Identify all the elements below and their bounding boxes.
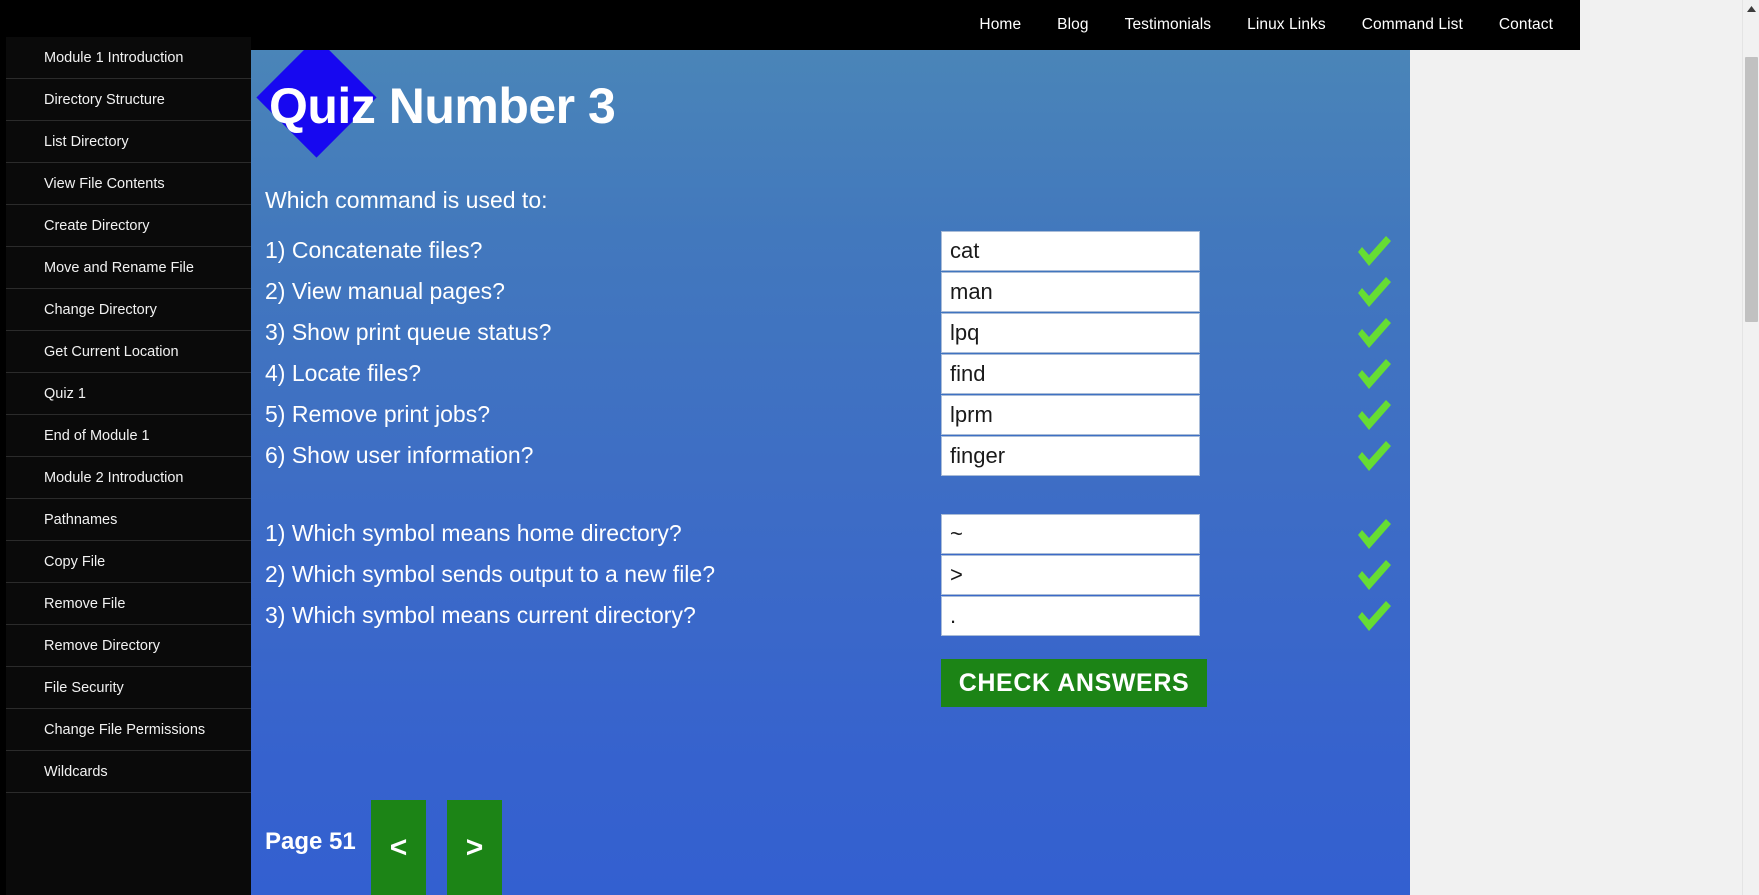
question-label: 3) Which symbol means current directory? bbox=[265, 602, 696, 628]
sidebar-item-remove-directory[interactable]: Remove Directory bbox=[6, 625, 251, 667]
check-mark-icon bbox=[1354, 396, 1394, 434]
sidebar-item-label: Directory Structure bbox=[44, 91, 165, 108]
check-mark-icon bbox=[1354, 355, 1394, 393]
symbol-input-3[interactable] bbox=[941, 596, 1200, 636]
check-mark-icon bbox=[1354, 232, 1394, 270]
sidebar-item-remove-file[interactable]: Remove File bbox=[6, 583, 251, 625]
question-label: 2) View manual pages? bbox=[265, 278, 505, 304]
nav-item-command-list[interactable]: Command List bbox=[1362, 16, 1463, 34]
sidebar-item-wildcards[interactable]: Wildcards bbox=[6, 751, 251, 793]
browser-page: Home Blog Testimonials Linux Links Comma… bbox=[0, 0, 1759, 895]
question-row: 2) View manual pages? bbox=[251, 271, 1410, 312]
quiz-title-block: Quiz Number 3 bbox=[251, 50, 1410, 180]
page-navigation: Page 51 < > bbox=[251, 800, 1410, 895]
symbol-input-1[interactable] bbox=[941, 514, 1200, 554]
sidebar-menu: Module 1 Introduction Directory Structur… bbox=[0, 37, 251, 895]
page-number-label: Page 51 bbox=[265, 828, 356, 855]
question-row: 3) Show print queue status? bbox=[251, 312, 1410, 353]
next-page-button[interactable]: > bbox=[447, 800, 502, 895]
sidebar-item-view-file-contents[interactable]: View File Contents bbox=[6, 163, 251, 205]
question-label: 4) Locate files? bbox=[265, 360, 421, 386]
answer-input-1[interactable] bbox=[941, 231, 1200, 271]
sidebar-item-label: Remove Directory bbox=[44, 637, 161, 654]
sidebar-item-module-1-introduction[interactable]: Module 1 Introduction bbox=[6, 37, 251, 79]
nav-item-home[interactable]: Home bbox=[979, 16, 1021, 34]
sidebar-item-list-directory[interactable]: List Directory bbox=[6, 121, 251, 163]
quiz-prompt: Which command is used to: bbox=[265, 187, 548, 213]
sidebar-item-get-current-location[interactable]: Get Current Location bbox=[6, 331, 251, 373]
question-row: 2) Which symbol sends output to a new fi… bbox=[251, 554, 1410, 595]
question-row: 1) Which symbol means home directory? bbox=[251, 513, 1410, 554]
page-title: Quiz Number 3 bbox=[269, 78, 616, 134]
scroll-up-arrow-icon[interactable] bbox=[1743, 0, 1759, 17]
answer-input-4[interactable] bbox=[941, 354, 1200, 394]
sidebar-item-change-file-permissions[interactable]: Change File Permissions bbox=[6, 709, 251, 751]
sidebar-item-label: End of Module 1 bbox=[44, 427, 150, 444]
vertical-scrollbar[interactable] bbox=[1742, 0, 1759, 895]
sidebar-item-label: Copy File bbox=[44, 553, 106, 570]
answer-input-2[interactable] bbox=[941, 272, 1200, 312]
sidebar-item-label: Wildcards bbox=[44, 763, 108, 780]
sidebar-item-label: List Directory bbox=[44, 133, 129, 150]
sidebar-item-label: Get Current Location bbox=[44, 343, 179, 360]
sidebar-item-label: Change File Permissions bbox=[44, 721, 206, 738]
sidebar-item-module-2-introduction[interactable]: Module 2 Introduction bbox=[6, 457, 251, 499]
check-answers-row: CHECK ANSWERS bbox=[251, 659, 1410, 729]
check-answers-button[interactable]: CHECK ANSWERS bbox=[941, 659, 1207, 707]
question-label: 5) Remove print jobs? bbox=[265, 401, 490, 427]
sidebar-item-label: Move and Rename File bbox=[44, 259, 194, 276]
check-mark-icon bbox=[1354, 556, 1394, 594]
sidebar-item-label: Module 2 Introduction bbox=[44, 469, 184, 486]
question-row: 4) Locate files? bbox=[251, 353, 1410, 394]
nav-item-testimonials[interactable]: Testimonials bbox=[1125, 16, 1211, 34]
answer-input-3[interactable] bbox=[941, 313, 1200, 353]
sidebar-item-label: Create Directory bbox=[44, 217, 150, 234]
nav-item-blog[interactable]: Blog bbox=[1057, 16, 1088, 34]
sidebar-item-label: Remove File bbox=[44, 595, 126, 612]
sidebar-item-label: Quiz 1 bbox=[44, 385, 86, 402]
quiz-content-panel: Quiz Number 3 Which command is used to: … bbox=[251, 50, 1410, 895]
check-mark-icon bbox=[1354, 515, 1394, 553]
scrollbar-thumb[interactable] bbox=[1745, 57, 1758, 322]
question-label: 1) Concatenate files? bbox=[265, 237, 483, 263]
nav-item-linux-links[interactable]: Linux Links bbox=[1247, 16, 1326, 34]
sidebar-item-label: View File Contents bbox=[44, 175, 165, 192]
nav-item-contact[interactable]: Contact bbox=[1499, 16, 1553, 34]
question-group-two: 1) Which symbol means home directory? 2)… bbox=[251, 513, 1410, 636]
previous-page-button[interactable]: < bbox=[371, 800, 426, 895]
sidebar-item-label: File Security bbox=[44, 679, 124, 696]
sidebar-item-copy-file[interactable]: Copy File bbox=[6, 541, 251, 583]
sidebar-item-label: Pathnames bbox=[44, 511, 118, 528]
answer-input-5[interactable] bbox=[941, 395, 1200, 435]
check-mark-icon bbox=[1354, 273, 1394, 311]
question-row: 6) Show user information? bbox=[251, 435, 1410, 476]
question-label: 6) Show user information? bbox=[265, 442, 534, 468]
sidebar-item-directory-structure[interactable]: Directory Structure bbox=[6, 79, 251, 121]
question-group-one: 1) Concatenate files? 2) View manual pag… bbox=[251, 230, 1410, 476]
question-label: 3) Show print queue status? bbox=[265, 319, 552, 345]
check-mark-icon bbox=[1354, 597, 1394, 635]
question-label: 1) Which symbol means home directory? bbox=[265, 520, 682, 546]
check-mark-icon bbox=[1354, 314, 1394, 352]
question-row: 3) Which symbol means current directory? bbox=[251, 595, 1410, 636]
sidebar-item-file-security[interactable]: File Security bbox=[6, 667, 251, 709]
question-row: 1) Concatenate files? bbox=[251, 230, 1410, 271]
sidebar-item-quiz-1[interactable]: Quiz 1 bbox=[6, 373, 251, 415]
nav-list: Home Blog Testimonials Linux Links Comma… bbox=[979, 16, 1580, 34]
sidebar-item-end-of-module-1[interactable]: End of Module 1 bbox=[6, 415, 251, 457]
sidebar-item-pathnames[interactable]: Pathnames bbox=[6, 499, 251, 541]
answer-input-6[interactable] bbox=[941, 436, 1200, 476]
question-label: 2) Which symbol sends output to a new fi… bbox=[265, 561, 716, 587]
quiz-prompt-row: Which command is used to: bbox=[251, 180, 1410, 221]
sidebar-item-label: Module 1 Introduction bbox=[44, 49, 184, 66]
sidebar-item-create-directory[interactable]: Create Directory bbox=[6, 205, 251, 247]
check-mark-icon bbox=[1354, 437, 1394, 475]
sidebar-item-move-and-rename-file[interactable]: Move and Rename File bbox=[6, 247, 251, 289]
symbol-input-2[interactable] bbox=[941, 555, 1200, 595]
sidebar-item-change-directory[interactable]: Change Directory bbox=[6, 289, 251, 331]
sidebar-item-label: Change Directory bbox=[44, 301, 157, 318]
question-row: 5) Remove print jobs? bbox=[251, 394, 1410, 435]
